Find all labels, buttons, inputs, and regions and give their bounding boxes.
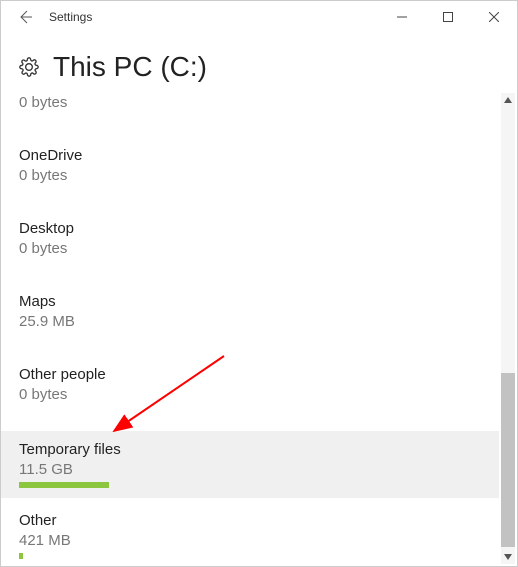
minimize-icon bbox=[397, 12, 407, 22]
content-scroll-area: Mail 0 bytes OneDrive 0 bytes Desktop 0 … bbox=[1, 93, 517, 564]
category-size: 0 bytes bbox=[19, 167, 487, 184]
category-size: 0 bytes bbox=[19, 94, 487, 111]
chevron-up-icon bbox=[504, 97, 512, 103]
window-controls bbox=[379, 1, 517, 33]
arrow-left-icon bbox=[17, 9, 33, 25]
scrollbar[interactable] bbox=[501, 93, 515, 564]
gear-icon bbox=[19, 57, 39, 77]
storage-category-mail[interactable]: Mail 0 bytes bbox=[19, 93, 487, 125]
page-title: This PC (C:) bbox=[53, 51, 207, 83]
storage-category-desktop[interactable]: Desktop 0 bytes bbox=[19, 212, 487, 271]
category-label: Desktop bbox=[19, 220, 487, 237]
titlebar: Settings bbox=[1, 1, 517, 33]
close-icon bbox=[489, 12, 499, 22]
titlebar-left: Settings bbox=[15, 7, 92, 27]
storage-category-onedrive[interactable]: OneDrive 0 bytes bbox=[19, 139, 487, 198]
category-label: Maps bbox=[19, 293, 487, 310]
back-button[interactable] bbox=[15, 7, 35, 27]
page-header: This PC (C:) bbox=[1, 33, 517, 93]
chevron-down-icon bbox=[504, 554, 512, 560]
category-label: Other bbox=[19, 512, 487, 529]
scroll-down-button[interactable] bbox=[501, 550, 515, 564]
category-label: Other people bbox=[19, 366, 487, 383]
usage-bar bbox=[19, 482, 109, 488]
window-title: Settings bbox=[49, 10, 92, 24]
scroll-up-button[interactable] bbox=[501, 93, 515, 107]
usage-bar bbox=[19, 553, 23, 559]
storage-category-temporary-files[interactable]: Temporary files 11.5 GB bbox=[1, 431, 499, 498]
scrollbar-thumb[interactable] bbox=[501, 373, 515, 547]
maximize-icon bbox=[443, 12, 453, 22]
storage-category-other-people[interactable]: Other people 0 bytes bbox=[19, 358, 487, 417]
category-size: 421 MB bbox=[19, 532, 487, 549]
storage-category-other[interactable]: Other 421 MB bbox=[19, 504, 487, 564]
category-size: 11.5 GB bbox=[19, 461, 487, 478]
category-label: Temporary files bbox=[19, 441, 487, 458]
category-size: 0 bytes bbox=[19, 240, 487, 257]
minimize-button[interactable] bbox=[379, 1, 425, 33]
category-label: OneDrive bbox=[19, 147, 487, 164]
storage-categories: Mail 0 bytes OneDrive 0 bytes Desktop 0 … bbox=[1, 93, 499, 564]
content-wrapper: Mail 0 bytes OneDrive 0 bytes Desktop 0 … bbox=[1, 93, 517, 564]
category-size: 0 bytes bbox=[19, 386, 487, 403]
storage-category-maps[interactable]: Maps 25.9 MB bbox=[19, 285, 487, 344]
category-size: 25.9 MB bbox=[19, 313, 487, 330]
close-button[interactable] bbox=[471, 1, 517, 33]
maximize-button[interactable] bbox=[425, 1, 471, 33]
